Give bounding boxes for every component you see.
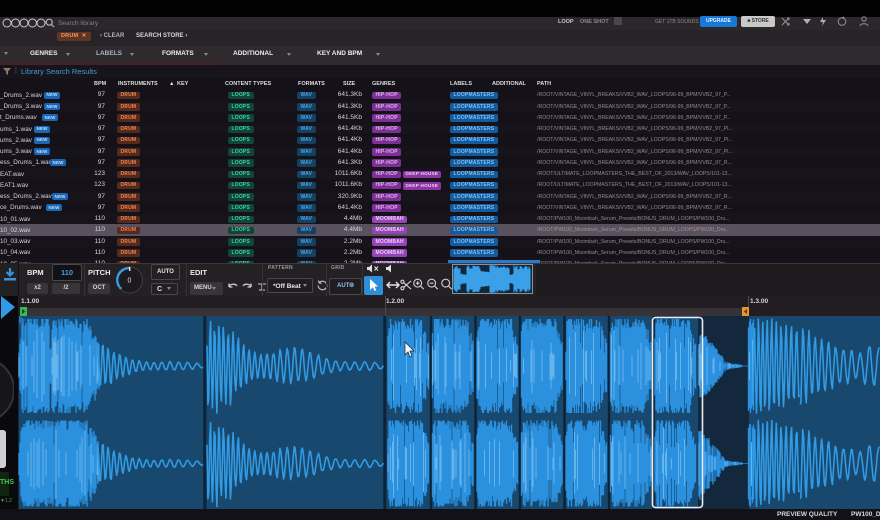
svg-text:0: 0 xyxy=(128,278,132,285)
svg-text:THS: THS xyxy=(0,479,14,486)
svg-text:▼1.2: ▼1.2 xyxy=(0,498,12,504)
